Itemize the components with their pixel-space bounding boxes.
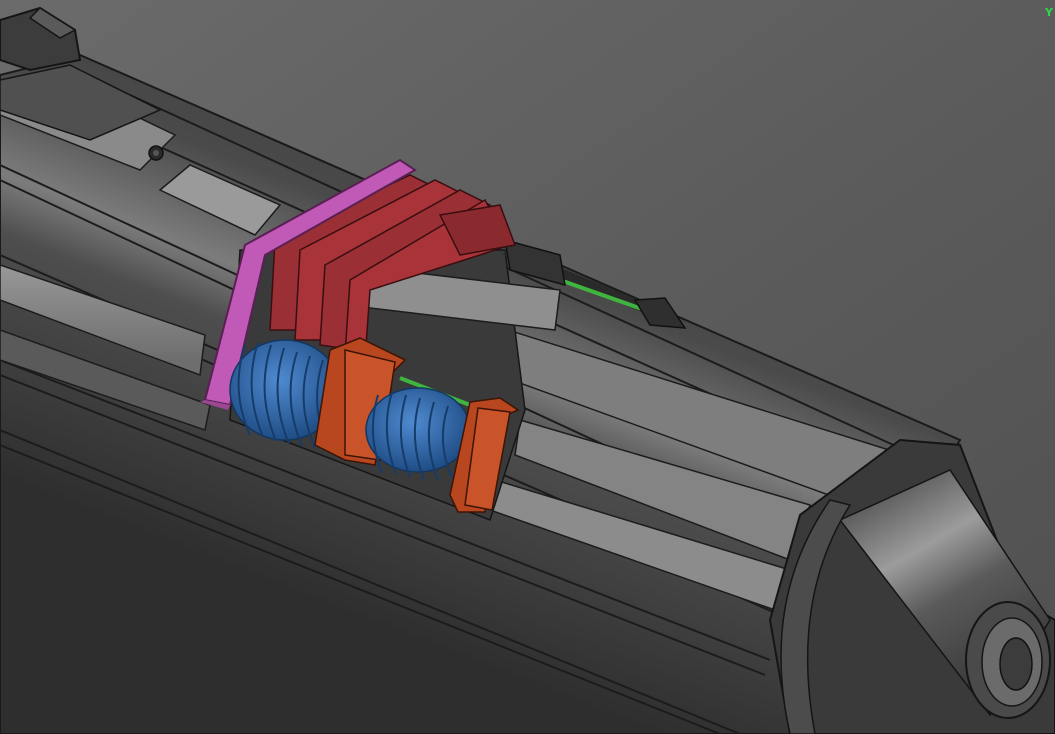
cad-viewport[interactable]: Y bbox=[0, 0, 1055, 734]
model-canvas[interactable] bbox=[0, 0, 1055, 734]
screw-hole-inner bbox=[153, 150, 159, 156]
view-axis-indicator[interactable]: Y bbox=[1045, 6, 1053, 19]
cone-tip-bore bbox=[999, 637, 1033, 691]
